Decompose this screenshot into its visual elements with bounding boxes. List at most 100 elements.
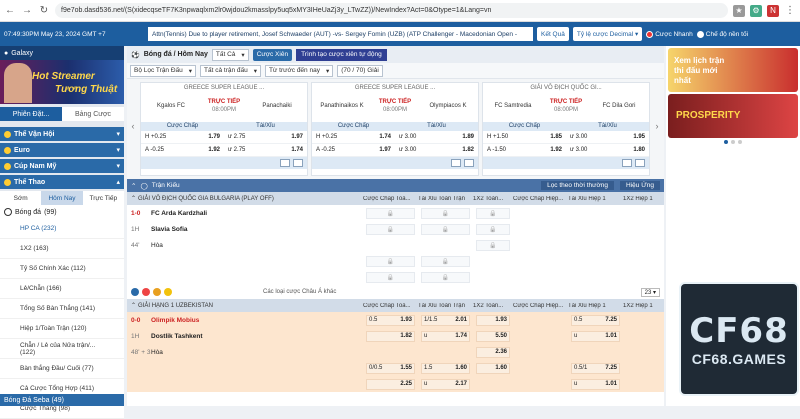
reload-icon[interactable]: ↻ <box>38 5 50 17</box>
odds-cell[interactable]: 0/0.5 1.55 <box>366 362 415 374</box>
filter-matches[interactable]: Tất cả trận đấu ▾ <box>200 64 262 77</box>
carousel-dot[interactable] <box>731 140 735 144</box>
tab-session[interactable]: Phiên Đặt... <box>0 107 62 121</box>
odd: 1.60 <box>455 365 467 371</box>
odds-cell[interactable]: ư 3.00 1.82 <box>395 147 478 153</box>
galaxy-header[interactable]: ● Galaxy <box>0 46 124 60</box>
filter-time[interactable]: Từ trước đến nay ▾ <box>265 64 334 77</box>
tv-icon[interactable] <box>635 159 645 167</box>
odds-cell[interactable]: 1.82 <box>366 330 415 342</box>
odds-cell[interactable]: 1.5 1.60 <box>421 362 470 374</box>
quick-bet-radio[interactable]: Cược Nhanh <box>646 30 693 38</box>
back-icon[interactable]: ← <box>4 5 16 17</box>
carousel-dot[interactable] <box>724 140 728 144</box>
menu-olympics[interactable]: Thể Vận Hội ▾ <box>0 127 124 141</box>
odds-cell[interactable]: ư 2.75 1.97 <box>224 134 307 140</box>
tab-bet-table[interactable]: Bảng Cược <box>62 107 124 121</box>
auto-parlay-button[interactable]: Trình tạo cược xiên tự động <box>296 48 387 61</box>
tv-icon[interactable] <box>464 159 474 167</box>
odds-cell[interactable]: 2.36 <box>476 346 510 358</box>
odds-cell[interactable]: H +0.25 1.74 <box>312 134 395 140</box>
odds-cell[interactable]: 1/1.5 2.01 <box>421 314 470 326</box>
sort-select[interactable]: Lọc theo thời thường <box>541 181 615 190</box>
league-header-bulgaria[interactable]: ⌃ GIẢI VÔ ĐỊCH QUỐC GIA BULGARIA (PLAY OF… <box>127 192 664 205</box>
bet-type-item[interactable]: 1X2 (163) <box>0 239 124 259</box>
market-select[interactable]: Tất Cả ▾ <box>211 48 249 61</box>
top-bar: 07:49:30PM May 23, 2024 GMT +7 Attn(Tenn… <box>0 22 800 46</box>
parlay-button[interactable]: Cược Xiên <box>252 48 293 61</box>
odds-cell[interactable]: A -0.25 1.97 <box>312 147 395 153</box>
prev-icon[interactable]: ‹ <box>129 120 137 132</box>
away-team: Dostlik Tashkent <box>151 332 203 340</box>
menu-euro[interactable]: Euro ▾ <box>0 143 124 157</box>
tab-today[interactable]: Hôm Nay <box>41 191 83 205</box>
avatar[interactable]: N <box>767 4 779 17</box>
featured-card[interactable]: GIẢI VÔ ĐỊCH QUỐC GI... FC Samtredia TRỰC… <box>482 82 650 176</box>
odds-cell[interactable]: 2.25 <box>366 378 415 390</box>
sport-virtual-football[interactable]: Bóng Đá Seba (49) <box>0 394 124 406</box>
emoji-icon[interactable] <box>164 288 172 296</box>
url-bar[interactable]: f9e7ob.dasd536.net/(S(xidecqseTF7K3npwaq… <box>55 3 728 18</box>
display-select[interactable]: Hiệu Ứng <box>620 181 660 190</box>
tv-icon[interactable] <box>293 159 303 167</box>
odds-cell[interactable]: 0.5/1 7.25 <box>571 362 620 374</box>
odds-cell[interactable]: H +1.50 1.85 <box>483 134 566 140</box>
stats-icon[interactable] <box>153 288 161 296</box>
promo-banner[interactable]: Hot Streamer Tương Thuật <box>0 60 124 104</box>
odds-cell[interactable]: H +0.25 1.79 <box>141 134 224 140</box>
bet-type-item[interactable]: HP CA (232) <box>0 219 124 239</box>
stats-icon[interactable] <box>280 159 290 167</box>
filter-league[interactable]: Bộ Lọc Trận Đấu ▾ <box>130 64 197 77</box>
menu-copa[interactable]: Cúp Nam Mỹ ▾ <box>0 159 124 173</box>
promo-ad-prosperity[interactable]: PROSPERITY <box>668 94 798 138</box>
featured-card[interactable]: GREECE SUPER LEAGUE ... Panathinaikos K T… <box>311 82 479 176</box>
odds-cell[interactable]: u 1.74 <box>421 330 470 342</box>
odds-cell[interactable]: ư 3.00 1.80 <box>566 147 649 153</box>
odds-cell[interactable]: 1.60 <box>476 362 510 374</box>
bet-type-item[interactable]: Tỷ Số Chính Xác (112) <box>0 259 124 279</box>
dark-mode-radio[interactable]: Chế độ nền tối <box>696 30 748 38</box>
page-select[interactable]: 23 ▾ <box>640 287 660 297</box>
odds-cell[interactable]: 1.93 <box>476 314 510 326</box>
bet-type-item[interactable]: Lẻ/Chẵn (166) <box>0 279 124 299</box>
featured-card[interactable]: GREECE SUPER LEAGUE ... Kgalos FC TRỰC TI… <box>140 82 308 176</box>
promo-ad-schedule[interactable]: Xem lịch trận thi đấu mới nhất <box>668 48 798 92</box>
odds-type-select[interactable]: Tỷ lệ cược Decimal ▾ <box>572 27 643 41</box>
odds-cell[interactable]: u 2.17 <box>421 378 470 390</box>
stats-icon[interactable] <box>622 159 632 167</box>
line: 1/1.5 <box>424 317 438 323</box>
tab-early[interactable]: Sớm <box>0 191 41 205</box>
more-markets-link[interactable]: Các loại cược Châu Á khác <box>263 289 336 295</box>
league-header-uzbekistan[interactable]: ⌃ GIẢI HẠNG 1 UZBEKISTAN Cược Chấp Toà...… <box>127 299 664 312</box>
menu-icon[interactable]: ⋮ <box>784 5 796 17</box>
star-icon[interactable]: ★ <box>733 4 745 17</box>
news-ticker[interactable]: Attn(Tennis) Due to player retirement, J… <box>148 27 533 41</box>
tab-live[interactable]: Trực Tiếp <box>83 191 124 205</box>
collapse-icon[interactable]: ⌃ <box>131 182 136 190</box>
bet-type-item[interactable]: Hiệp 1/Toàn Trận (120) <box>0 319 124 339</box>
bet-type-item[interactable]: Chẵn / Lẻ của Nửa trận/... (122) <box>0 339 124 359</box>
next-icon[interactable]: › <box>653 120 661 132</box>
odds-cell[interactable]: 5.50 <box>476 330 510 342</box>
result-button[interactable]: Kết Quả <box>537 27 569 41</box>
odds-cell[interactable]: 0.5 1.93 <box>366 314 415 326</box>
odds-cell[interactable]: ư 2.75 1.74 <box>224 147 307 153</box>
menu-sports[interactable]: Thể Thao ▴ <box>0 175 124 189</box>
odds-cell[interactable]: ư 3.00 1.95 <box>566 134 649 140</box>
stats-icon[interactable] <box>451 159 461 167</box>
odds-cell[interactable]: A -0.25 1.92 <box>141 147 224 153</box>
odds-cell[interactable]: u 1.01 <box>571 330 620 342</box>
forward-icon[interactable]: → <box>21 5 33 17</box>
bet-type-item[interactable]: Bàn thắng Đầu/ Cuối (77) <box>0 359 124 379</box>
odds-cell[interactable]: 0.5 7.25 <box>571 314 620 326</box>
odds-cell[interactable]: ư 3.00 1.89 <box>395 134 478 140</box>
carousel-dot[interactable] <box>738 140 742 144</box>
bet-type-item[interactable]: Tổng Số Bàn Thắng (141) <box>0 299 124 319</box>
sport-football[interactable]: Bóng đá (99) <box>0 205 124 219</box>
odds-cell[interactable]: u 1.01 <box>571 378 620 390</box>
tv-icon[interactable] <box>142 288 150 296</box>
favorite-star-icon[interactable] <box>131 288 139 296</box>
filter-count[interactable]: (70 / 70) Giải <box>337 64 383 77</box>
odds-cell[interactable]: A -1.50 1.92 <box>483 147 566 153</box>
extension-icon[interactable]: ⚙ <box>750 4 762 17</box>
